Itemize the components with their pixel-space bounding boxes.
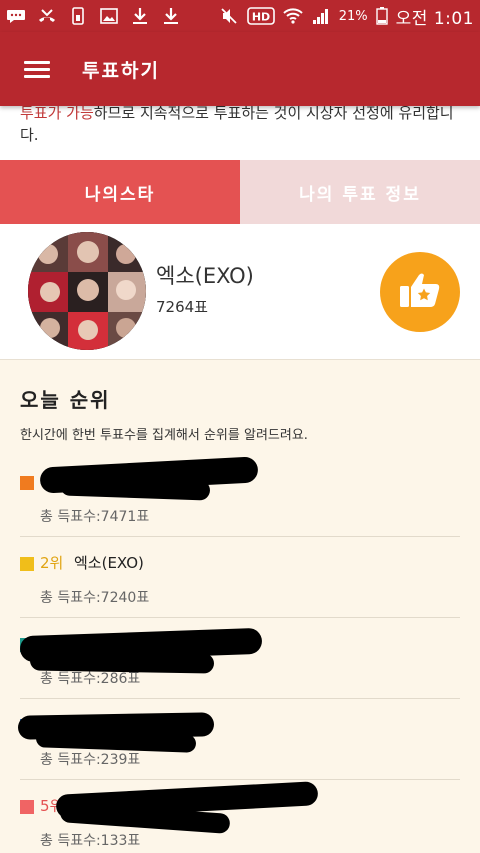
message-icon xyxy=(6,7,26,25)
system-icons: HD 21% 오전 1:01 xyxy=(219,4,474,29)
rank-item[interactable]: 2위 엑소(EXO) 총 득표수:7240표 xyxy=(20,537,460,618)
rank-label: 2위 xyxy=(40,554,64,572)
notification-icons xyxy=(6,7,181,25)
download-icon xyxy=(130,7,150,25)
rank-color-marker xyxy=(20,800,34,814)
rank-total-votes: 총 득표수:133표 xyxy=(40,833,141,849)
svg-text:HD: HD xyxy=(252,11,270,24)
image-icon xyxy=(99,7,119,25)
mute-icon xyxy=(219,7,239,25)
app-bar: 투표하기 xyxy=(0,32,480,106)
tab-my-star[interactable]: 나의스타 xyxy=(0,160,240,224)
phone-icon xyxy=(68,7,88,25)
star-name: 엑소(EXO) xyxy=(156,264,254,288)
wifi-icon xyxy=(283,7,303,25)
missed-call-icon xyxy=(37,7,57,25)
notice-panel: 투표가 가능하므로 지속적으로 투표하는 것이 시상자 선정에 유리합니다. xyxy=(0,106,480,160)
star-vote-count: 7264표 xyxy=(156,298,208,316)
download-icon xyxy=(161,7,181,25)
hd-icon: HD xyxy=(246,7,275,25)
battery-percent: 21% xyxy=(338,8,368,24)
ranking-subtitle: 한시간에 한번 투표수를 집계해서 순위를 알려드려요. xyxy=(20,428,308,443)
rank-color-marker xyxy=(20,557,34,571)
signal-icon xyxy=(311,7,331,25)
thumbs-up-star-icon xyxy=(399,271,441,313)
page-title: 투표하기 xyxy=(82,59,160,82)
rank-total-votes: 총 득표수:239표 xyxy=(40,752,141,768)
rank-color-marker xyxy=(20,476,34,490)
notice-highlight: 투표가 가능 xyxy=(20,106,94,122)
redaction-mark xyxy=(29,650,215,674)
tab-bar: 나의스타 나의 투표 정보 xyxy=(0,160,480,224)
tab-my-vote-info[interactable]: 나의 투표 정보 xyxy=(240,160,480,224)
notice-text: 투표가 가능하므로 지속적으로 투표하는 것이 시상자 선정에 유리합니다. xyxy=(20,106,460,146)
battery-icon xyxy=(375,7,388,25)
rank-artist-name: 엑소(EXO) xyxy=(74,554,144,572)
star-profile: 엑소(EXO) 7264표 xyxy=(0,224,480,360)
clock: 오전 1:01 xyxy=(395,8,474,29)
today-ranking: 오늘 순위 한시간에 한번 투표수를 집계해서 순위를 알려드려요. 1위 총 … xyxy=(0,360,480,853)
menu-icon[interactable] xyxy=(24,58,52,80)
vote-button[interactable] xyxy=(380,252,460,332)
status-bar: HD 21% 오전 1:01 xyxy=(0,0,480,32)
ranking-title: 오늘 순위 xyxy=(20,388,111,412)
avatar xyxy=(28,232,146,350)
rank-total-votes: 총 득표수:7471표 xyxy=(40,509,150,525)
rank-total-votes: 총 득표수:7240표 xyxy=(40,590,150,606)
